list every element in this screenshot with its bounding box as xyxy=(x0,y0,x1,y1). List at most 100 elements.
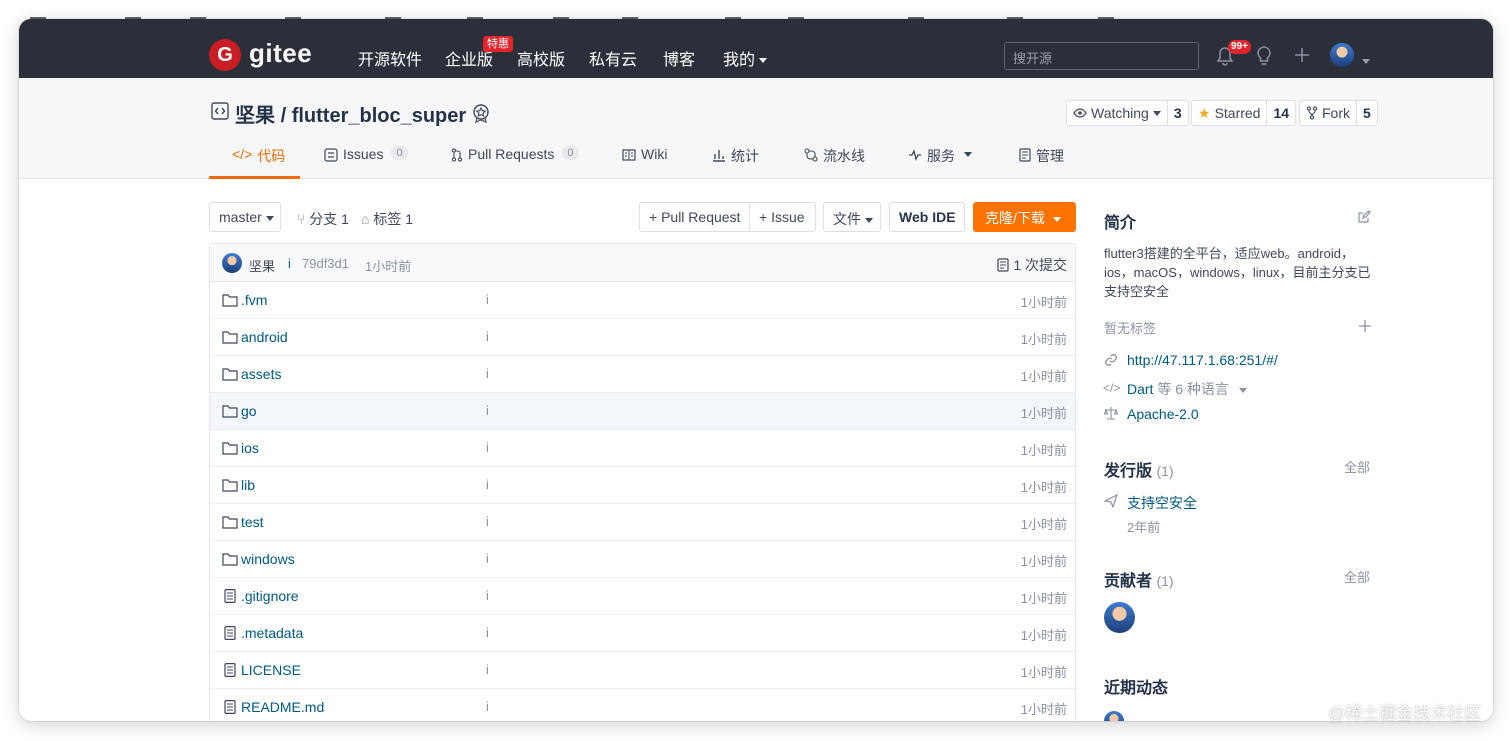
file-commit-message[interactable]: i xyxy=(486,662,489,677)
add-tag-plus-icon[interactable] xyxy=(1358,319,1372,333)
contributor-avatar[interactable] xyxy=(1104,602,1135,633)
tab-code[interactable]: </> 代码 xyxy=(209,146,300,179)
commit-message[interactable]: i xyxy=(288,256,291,271)
file-row[interactable]: go i 1小时前 xyxy=(210,393,1075,430)
gvp-badge-icon[interactable] xyxy=(471,103,491,123)
bookmark-icon[interactable] xyxy=(1098,0,1114,20)
bookmark-icon[interactable] xyxy=(908,0,924,20)
file-name-link[interactable]: android xyxy=(241,329,288,345)
tab-wiki[interactable]: Wiki xyxy=(622,146,667,179)
bookmark-icon[interactable] xyxy=(190,0,206,20)
commit-author-avatar[interactable] xyxy=(222,253,242,273)
new-pull-request-button[interactable]: + Pull Request xyxy=(639,202,750,232)
file-name-link[interactable]: .gitignore xyxy=(241,588,299,604)
star-count[interactable]: 14 xyxy=(1266,101,1295,125)
nav-university[interactable]: 高校版 xyxy=(517,46,565,70)
bookmark-icon[interactable] xyxy=(788,0,804,20)
file-commit-message[interactable]: i xyxy=(486,440,489,455)
file-row[interactable]: lib i 1小时前 xyxy=(210,467,1075,504)
contributors-all-link[interactable]: 全部 xyxy=(1344,567,1370,586)
brand-name[interactable]: gitee xyxy=(249,38,312,69)
tab-services[interactable]: 服务 xyxy=(908,146,972,179)
branch-select[interactable]: master xyxy=(209,202,281,232)
file-name-link[interactable]: ios xyxy=(241,440,259,456)
commit-hash[interactable]: 79df3d1 xyxy=(302,256,349,271)
file-commit-message[interactable]: i xyxy=(486,699,489,714)
file-row[interactable]: .metadata i 1小时前 xyxy=(210,615,1075,652)
file-row[interactable]: test i 1小时前 xyxy=(210,504,1075,541)
bookmark-icon[interactable] xyxy=(385,0,401,20)
file-commit-message[interactable]: i xyxy=(486,625,489,640)
bookmark-icon[interactable] xyxy=(1007,0,1023,20)
nav-blog[interactable]: 博客 xyxy=(663,46,695,70)
bookmark-icon[interactable] xyxy=(30,0,46,20)
file-row[interactable]: .gitignore i 1小时前 xyxy=(210,578,1075,615)
file-commit-message[interactable]: i xyxy=(486,329,489,344)
file-menu-button[interactable]: 文件 xyxy=(823,202,881,232)
commit-count-link[interactable]: 1 次提交 xyxy=(997,255,1067,275)
file-name-link[interactable]: README.md xyxy=(241,699,324,715)
file-name-link[interactable]: test xyxy=(241,514,264,530)
file-name-link[interactable]: assets xyxy=(241,366,281,382)
file-name-link[interactable]: windows xyxy=(241,551,295,567)
homepage-link[interactable]: http://47.117.1.68:251/#/ xyxy=(1127,352,1278,368)
lightbulb-icon[interactable] xyxy=(1255,45,1273,67)
tab-stats[interactable]: 统计 xyxy=(712,146,759,179)
new-issue-button[interactable]: + Issue xyxy=(749,202,816,232)
file-name-link[interactable]: lib xyxy=(241,477,255,493)
file-commit-message[interactable]: i xyxy=(486,588,489,603)
watch-button[interactable]: Watching 3 xyxy=(1066,100,1189,126)
file-commit-message[interactable]: i xyxy=(486,477,489,492)
user-avatar[interactable] xyxy=(1330,43,1354,67)
bookmark-icon[interactable] xyxy=(467,0,483,20)
commit-author[interactable]: 坚果 xyxy=(249,256,275,275)
star-button[interactable]: ★ Starred 14 xyxy=(1191,100,1297,126)
web-ide-button[interactable]: Web IDE xyxy=(889,202,965,232)
tab-pipeline[interactable]: 流水线 xyxy=(804,146,865,179)
file-name-link[interactable]: .metadata xyxy=(241,625,303,641)
nav-open-source[interactable]: 开源软件 xyxy=(358,46,422,70)
bookmark-icon[interactable] xyxy=(125,0,141,20)
edit-icon[interactable] xyxy=(1357,210,1371,224)
bookmark-icon[interactable] xyxy=(622,0,638,20)
file-commit-message[interactable]: i xyxy=(486,551,489,566)
file-row[interactable]: README.md i 1小时前 xyxy=(210,689,1075,721)
tab-issues[interactable]: Issues 0 xyxy=(324,146,408,179)
nav-private-cloud[interactable]: 私有云 xyxy=(589,46,637,70)
chevron-down-icon[interactable] xyxy=(1358,52,1370,68)
bookmark-icon[interactable] xyxy=(553,0,569,20)
releases-all-link[interactable]: 全部 xyxy=(1344,457,1370,476)
file-row[interactable]: .fvm i 1小时前 xyxy=(210,282,1075,319)
file-row[interactable]: assets i 1小时前 xyxy=(210,356,1075,393)
bookmark-icon[interactable] xyxy=(725,0,741,20)
search-input[interactable]: 搜开源 xyxy=(1004,42,1199,70)
repo-owner-link[interactable]: 坚果 xyxy=(235,105,275,127)
file-commit-message[interactable]: i xyxy=(486,292,489,307)
file-name-link[interactable]: LICENSE xyxy=(241,662,301,678)
file-name-link[interactable]: go xyxy=(241,403,257,419)
file-commit-message[interactable]: i xyxy=(486,403,489,418)
tab-manage[interactable]: 管理 xyxy=(1019,146,1064,179)
file-row[interactable]: windows i 1小时前 xyxy=(210,541,1075,578)
clone-download-button[interactable]: 克隆/下载 xyxy=(973,202,1076,232)
file-name-link[interactable]: .fvm xyxy=(241,292,267,308)
tags-link[interactable]: ⌂ 标签 1 xyxy=(361,209,413,229)
file-row[interactable]: android i 1小时前 xyxy=(210,319,1075,356)
file-row[interactable]: LICENSE i 1小时前 xyxy=(210,652,1075,689)
repo-name-link[interactable]: flutter_bloc_super xyxy=(292,105,466,127)
bookmark-icon[interactable] xyxy=(285,0,301,20)
plus-icon[interactable] xyxy=(1294,47,1310,63)
gitee-logo-icon[interactable]: G xyxy=(209,39,241,71)
nav-mine-menu[interactable]: 我的 xyxy=(723,46,768,70)
fork-count[interactable]: 5 xyxy=(1356,101,1377,125)
activity-avatar[interactable] xyxy=(1104,711,1124,721)
release-name-link[interactable]: 支持空安全 xyxy=(1127,493,1197,513)
file-row[interactable]: ios i 1小时前 xyxy=(210,430,1075,467)
watch-count[interactable]: 3 xyxy=(1166,101,1188,125)
file-commit-message[interactable]: i xyxy=(486,366,489,381)
license-link[interactable]: Apache-2.0 xyxy=(1127,406,1199,422)
language-info[interactable]: Dart 等 6 种语言 xyxy=(1127,379,1247,399)
fork-button[interactable]: Fork 5 xyxy=(1299,100,1378,126)
file-commit-message[interactable]: i xyxy=(486,514,489,529)
branches-link[interactable]: ⑂ 分支 1 xyxy=(297,209,349,229)
